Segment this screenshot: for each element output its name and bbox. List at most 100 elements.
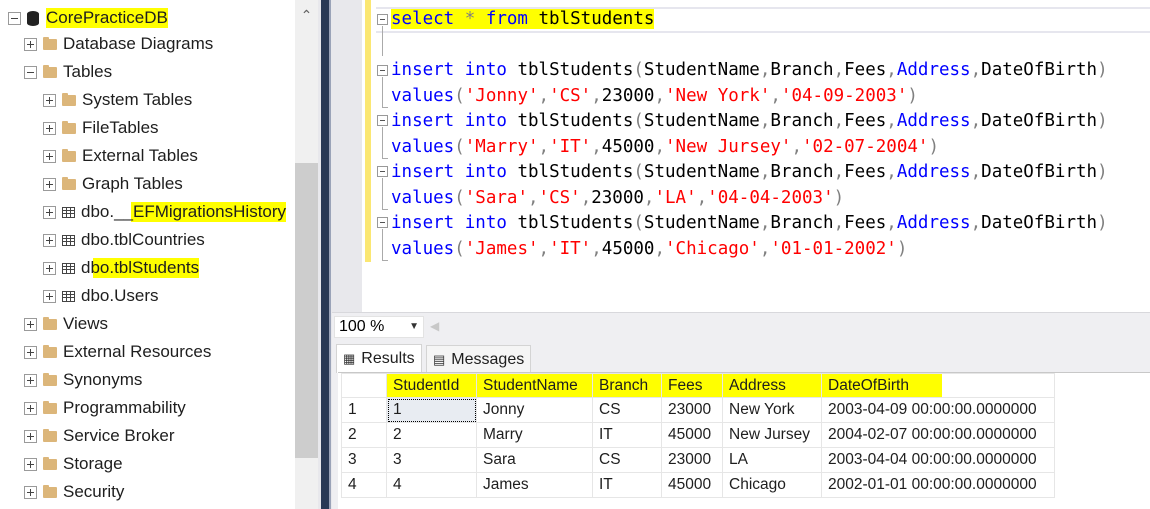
zoom-dropdown[interactable]: 100 % ▼ (334, 316, 424, 338)
scrollbar-thumb[interactable] (295, 163, 318, 458)
string-literal: 'New York' (665, 86, 771, 106)
tree-node-system-tables[interactable]: System Tables (43, 86, 192, 114)
explorer-scrollbar[interactable]: ⌃ (295, 0, 318, 509)
cell-studentname[interactable]: Marry (476, 422, 593, 448)
fold-icon[interactable] (377, 166, 388, 177)
row-number[interactable]: 4 (341, 472, 387, 498)
string-literal: 'Marry' (464, 137, 539, 157)
tree-node-external-tables[interactable]: External Tables (43, 142, 198, 170)
cell-fees[interactable]: 23000 (661, 397, 723, 423)
cell-studentid[interactable]: 1 (386, 397, 477, 423)
table-row[interactable]: 1 1 Jonny CS 23000 New York 2003-04-09 0… (341, 397, 1055, 423)
cell-dateofbirth[interactable]: 2004-02-07 00:00:00.0000000 (821, 422, 1055, 448)
tree-node-efmigrationshistory[interactable]: dbo.__EFMigrationsHistory (43, 198, 287, 226)
expand-icon[interactable] (24, 317, 37, 331)
cell-dateofbirth[interactable]: 2002-01-01 00:00:00.0000000 (821, 472, 1055, 498)
table-icon (62, 262, 75, 274)
cell-fees[interactable]: 45000 (661, 472, 723, 498)
cell-studentname[interactable]: Sara (476, 447, 593, 473)
query-editor[interactable]: select * from tblStudents insert into tb… (332, 0, 1150, 312)
tree-node-views[interactable]: Views (24, 310, 108, 338)
tree-node-storage[interactable]: Storage (24, 450, 123, 478)
cell-branch[interactable]: IT (592, 472, 662, 498)
tree-node-graph-tables[interactable]: Graph Tables (43, 170, 183, 198)
panel-splitter[interactable] (318, 0, 332, 509)
expand-icon[interactable] (43, 121, 56, 135)
expand-icon[interactable] (43, 261, 56, 275)
expand-icon[interactable] (24, 485, 37, 499)
keyword: insert (391, 213, 455, 233)
cell-studentname[interactable]: James (476, 472, 593, 498)
cell-address[interactable]: LA (722, 447, 822, 473)
cell-fees[interactable]: 45000 (661, 422, 723, 448)
fold-icon[interactable] (377, 14, 388, 25)
expand-icon[interactable] (24, 457, 37, 471)
tab-results[interactable]: ▦ Results (336, 344, 422, 373)
expand-icon[interactable] (43, 205, 56, 219)
scroll-left-icon[interactable]: ◀ (430, 319, 439, 333)
cell-branch[interactable]: CS (592, 397, 662, 423)
cell-address[interactable]: New York (722, 397, 822, 423)
expand-icon[interactable] (43, 149, 56, 163)
expand-icon[interactable] (43, 93, 56, 107)
cell-address[interactable]: Chicago (722, 472, 822, 498)
results-grid[interactable]: StudentId StudentName Branch Fees Addres… (338, 372, 1150, 509)
row-number-header[interactable] (341, 373, 387, 398)
expand-icon[interactable] (43, 233, 56, 247)
column-header-address[interactable]: Address (722, 373, 822, 398)
tree-node-synonyms[interactable]: Synonyms (24, 366, 142, 394)
tree-node-corepracticedb[interactable]: CorePracticeDB (8, 4, 168, 32)
expand-icon[interactable] (24, 429, 37, 443)
cell-studentid[interactable]: 3 (386, 447, 477, 473)
tree-node-database-diagrams[interactable]: Database Diagrams (24, 30, 213, 58)
tree-node-tblcountries[interactable]: dbo.tblCountries (43, 226, 205, 254)
tree-node-external-resources[interactable]: External Resources (24, 338, 211, 366)
fold-icon[interactable] (377, 115, 388, 126)
fold-icon[interactable] (377, 65, 388, 76)
collapse-icon[interactable] (8, 11, 21, 25)
collapse-icon[interactable] (24, 65, 37, 79)
string-literal: 'IT' (549, 137, 592, 157)
cell-branch[interactable]: CS (592, 447, 662, 473)
tree-node-tblstudents[interactable]: dbo.tblStudents (43, 254, 200, 282)
expand-icon[interactable] (24, 37, 37, 51)
fold-icon[interactable] (377, 217, 388, 228)
row-number[interactable]: 2 (341, 422, 387, 448)
tree-node-filetables[interactable]: FileTables (43, 114, 159, 142)
cell-studentid[interactable]: 2 (386, 422, 477, 448)
table-row[interactable]: 3 3 Sara CS 23000 LA 2003-04-04 00:00:00… (341, 447, 1055, 473)
chevron-down-icon[interactable]: ▼ (409, 317, 419, 337)
expand-icon[interactable] (24, 373, 37, 387)
cell-fees[interactable]: 23000 (661, 447, 723, 473)
tree-node-users[interactable]: dbo.Users (43, 282, 158, 310)
cell-dateofbirth[interactable]: 2003-04-09 00:00:00.0000000 (821, 397, 1055, 423)
tree-node-service-broker[interactable]: Service Broker (24, 422, 174, 450)
cell-studentid[interactable]: 4 (386, 472, 477, 498)
code-line-insert: insert into tblStudents(StudentName,Bran… (391, 60, 1108, 80)
column-header-branch[interactable]: Branch (592, 373, 662, 398)
row-number[interactable]: 1 (341, 397, 387, 423)
expand-icon[interactable] (43, 177, 56, 191)
expand-icon[interactable] (24, 401, 37, 415)
column-header-dateofbirth[interactable]: DateOfBirth (821, 373, 1055, 398)
keyword: from (485, 9, 528, 29)
row-number[interactable]: 3 (341, 447, 387, 473)
cell-studentname[interactable]: Jonny (476, 397, 593, 423)
tree-node-tables[interactable]: Tables (24, 58, 112, 86)
expand-icon[interactable] (43, 289, 56, 303)
scroll-up-icon[interactable]: ⌃ (295, 0, 318, 30)
column-header-studentname[interactable]: StudentName (476, 373, 593, 398)
fold-guide (382, 229, 383, 260)
tab-messages[interactable]: ▤ Messages (426, 345, 532, 373)
column-header-fees[interactable]: Fees (661, 373, 723, 398)
tree-node-security[interactable]: Security (24, 478, 124, 506)
table-row[interactable]: 4 4 James IT 45000 Chicago 2002-01-01 00… (341, 472, 1055, 498)
expand-icon[interactable] (24, 345, 37, 359)
cell-address[interactable]: New Jursey (722, 422, 822, 448)
cell-dateofbirth[interactable]: 2003-04-04 00:00:00.0000000 (821, 447, 1055, 473)
tree-node-programmability[interactable]: Programmability (24, 394, 186, 422)
table-row[interactable]: 2 2 Marry IT 45000 New Jursey 2004-02-07… (341, 422, 1055, 448)
cell-branch[interactable]: IT (592, 422, 662, 448)
keyword: insert (391, 162, 455, 182)
column-header-studentid[interactable]: StudentId (386, 373, 477, 398)
